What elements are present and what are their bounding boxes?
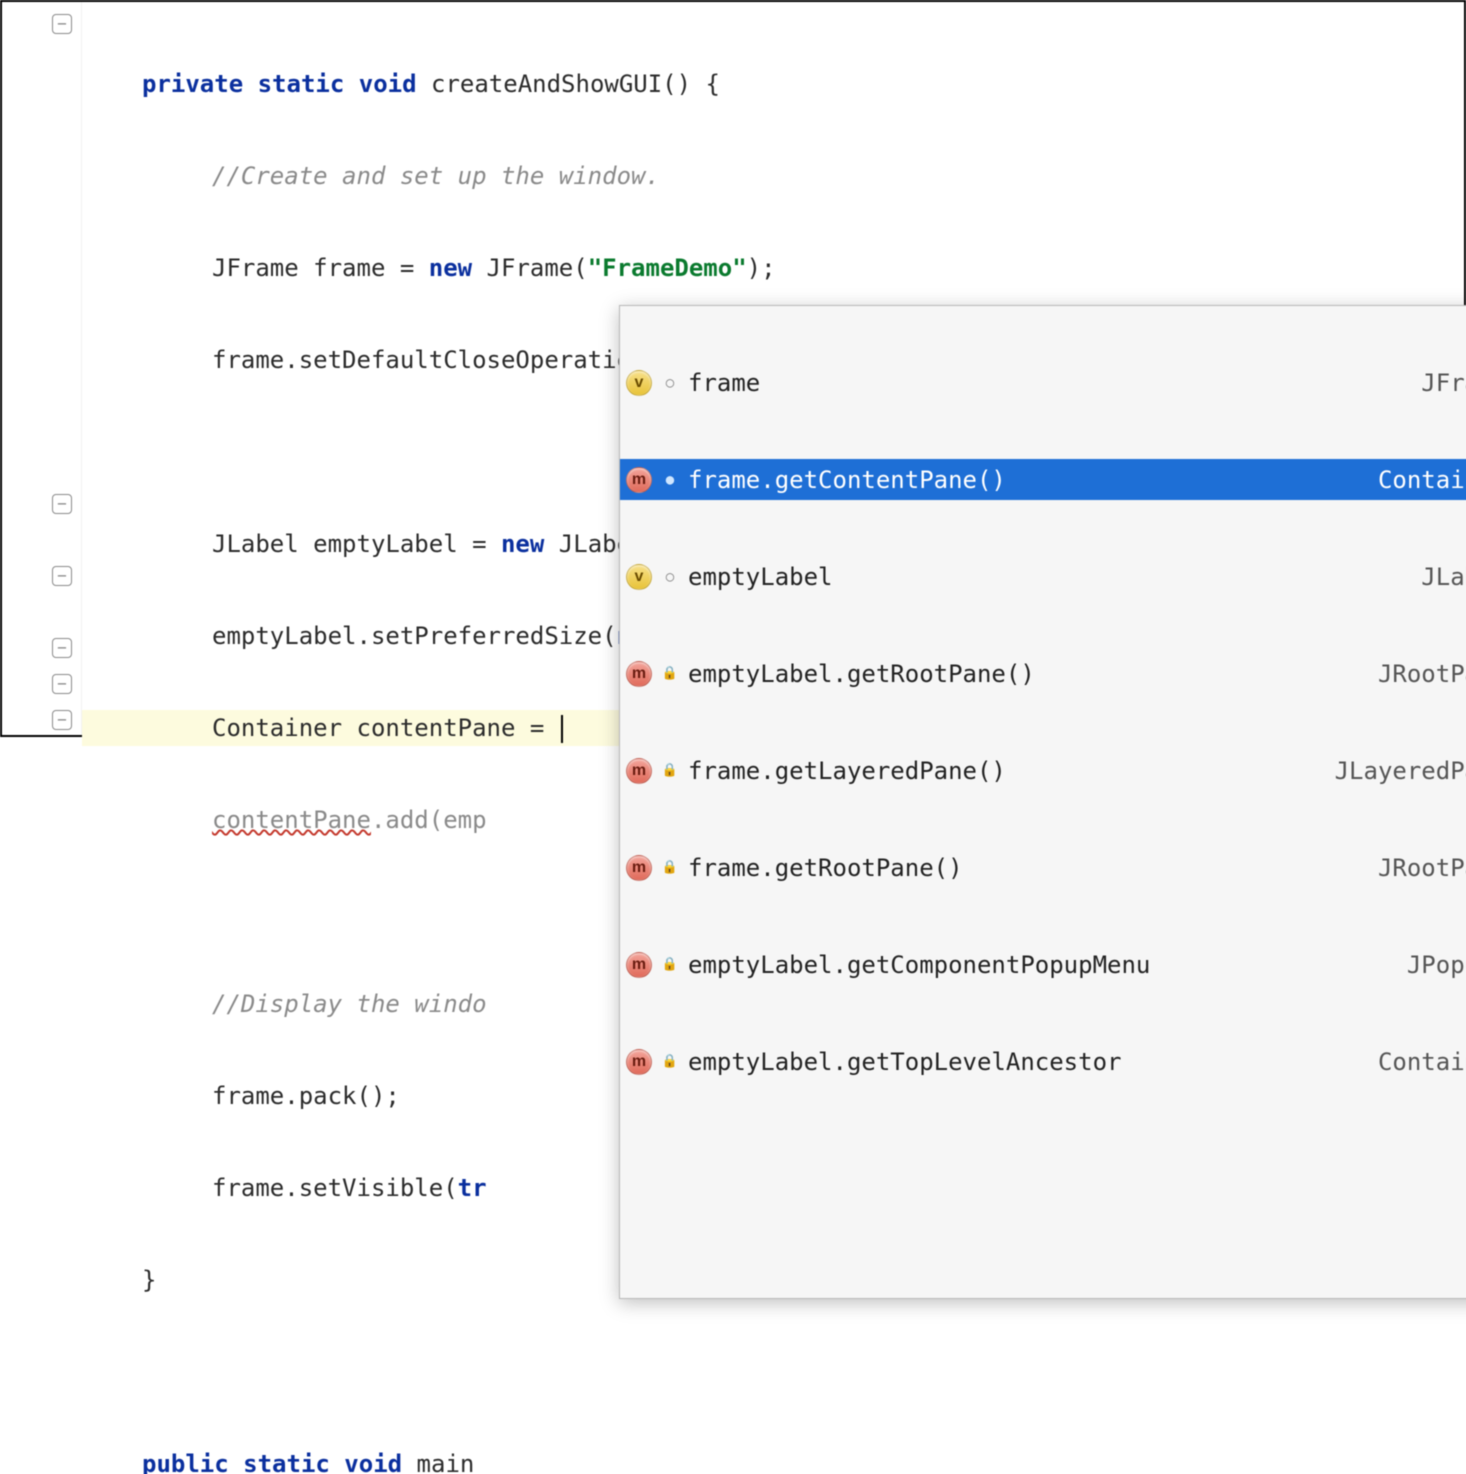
- code-comment: //Display the windo: [212, 990, 487, 1018]
- autocomplete-item-type: JRootPane: [1378, 854, 1466, 882]
- code-text: );: [747, 254, 776, 282]
- method-icon: m: [626, 855, 652, 881]
- code-text: JLabel emptyLabel =: [212, 530, 501, 558]
- autocomplete-item[interactable]: v emptyLabel JLabel: [620, 556, 1466, 597]
- method-icon: m: [626, 1049, 652, 1075]
- fold-icon[interactable]: −: [52, 710, 72, 730]
- autocomplete-item-selected[interactable]: m frame.getContentPane() Container: [620, 459, 1466, 500]
- autocomplete-item-type: JRootPane: [1378, 660, 1466, 688]
- fold-icon[interactable]: −: [52, 674, 72, 694]
- autocomplete-item[interactable]: m emptyLabel.getRootPane() JRootPane: [620, 653, 1466, 694]
- autocomplete-item[interactable]: m emptyLabel.getTopLevelAncestor Contain…: [620, 1041, 1466, 1082]
- autocomplete-item-type: JPopup…: [1407, 951, 1466, 979]
- fold-icon[interactable]: −: [52, 14, 72, 34]
- autocomplete-item-type: JLayeredPane: [1335, 757, 1466, 785]
- code-comment: //Create and set up the window.: [212, 162, 660, 190]
- variable-icon: v: [626, 370, 652, 396]
- code-text: emptyLabel.setPreferredSize(: [212, 622, 617, 650]
- method-icon: m: [626, 758, 652, 784]
- code-text: main: [402, 1450, 474, 1474]
- autocomplete-item[interactable]: m frame.getRootPane() JRootPane: [620, 847, 1466, 888]
- code-text: JFrame(: [472, 254, 588, 282]
- autocomplete-item[interactable]: m emptyLabel.getComponentPopupMenu JPopu…: [620, 944, 1466, 985]
- code-string: "FrameDemo": [588, 254, 747, 282]
- code-text: frame.setVisible(: [212, 1174, 458, 1202]
- fold-icon[interactable]: −: [52, 494, 72, 514]
- fold-icon[interactable]: −: [52, 638, 72, 658]
- visibility-icon: [662, 666, 678, 682]
- code-text: tr: [458, 1174, 487, 1202]
- method-icon: m: [626, 952, 652, 978]
- visibility-icon: [662, 1054, 678, 1070]
- code-text: createAndShowGUI() {: [417, 70, 720, 98]
- autocomplete-item-label: frame.getContentPane(): [688, 466, 1368, 494]
- autocomplete-item[interactable]: v frame JFrame: [620, 362, 1466, 403]
- method-icon: m: [626, 661, 652, 687]
- code-text: JFrame frame =: [212, 254, 429, 282]
- autocomplete-item-type: Container: [1378, 466, 1466, 494]
- autocomplete-item[interactable]: m frame.getLayeredPane() JLayeredPane: [620, 750, 1466, 791]
- autocomplete-item-label: emptyLabel.getComponentPopupMenu: [688, 951, 1397, 979]
- code-text: }: [142, 1266, 156, 1294]
- code-text: .add(emp: [371, 806, 487, 834]
- autocomplete-item-label: frame.getRootPane(): [688, 854, 1368, 882]
- visibility-icon: [662, 763, 678, 779]
- code-text: public static void: [142, 1450, 402, 1474]
- code-text: private static void: [142, 70, 417, 98]
- code-error: contentPane: [212, 806, 371, 834]
- code-text: new: [429, 254, 472, 282]
- autocomplete-item-type: JLabel: [1421, 563, 1466, 591]
- text-caret: [561, 715, 563, 743]
- visibility-icon: [662, 472, 678, 488]
- method-icon: m: [626, 467, 652, 493]
- code-text: new: [501, 530, 544, 558]
- fold-icon[interactable]: −: [52, 566, 72, 586]
- code-editor[interactable]: − − − − − − private static void createAn…: [0, 0, 1466, 737]
- autocomplete-item-type: Container: [1378, 1048, 1466, 1076]
- visibility-icon: [662, 569, 678, 585]
- autocomplete-item-label: emptyLabel.getRootPane(): [688, 660, 1368, 688]
- autocomplete-item-label: emptyLabel.getTopLevelAncestor: [688, 1048, 1368, 1076]
- autocomplete-item-label: frame.getLayeredPane(): [688, 757, 1325, 785]
- variable-icon: v: [626, 564, 652, 590]
- code-area[interactable]: private static void createAndShowGUI() {…: [82, 2, 1464, 735]
- visibility-icon: [662, 957, 678, 973]
- gutter: − − − − − −: [2, 2, 82, 735]
- autocomplete-item-type: JFrame: [1421, 369, 1466, 397]
- visibility-icon: [662, 375, 678, 391]
- autocomplete-popup[interactable]: v frame JFrame m frame.getContentPane() …: [619, 305, 1466, 1299]
- autocomplete-item-label: emptyLabel: [688, 563, 1411, 591]
- autocomplete-item-label: frame: [688, 369, 1411, 397]
- code-text: frame.pack();: [212, 1082, 400, 1110]
- visibility-icon: [662, 860, 678, 876]
- autocomplete-item-cutoff: m frame.getJMenuBar() JMenuBar: [620, 1138, 1466, 1158]
- code-text: Container contentPane =: [212, 714, 559, 742]
